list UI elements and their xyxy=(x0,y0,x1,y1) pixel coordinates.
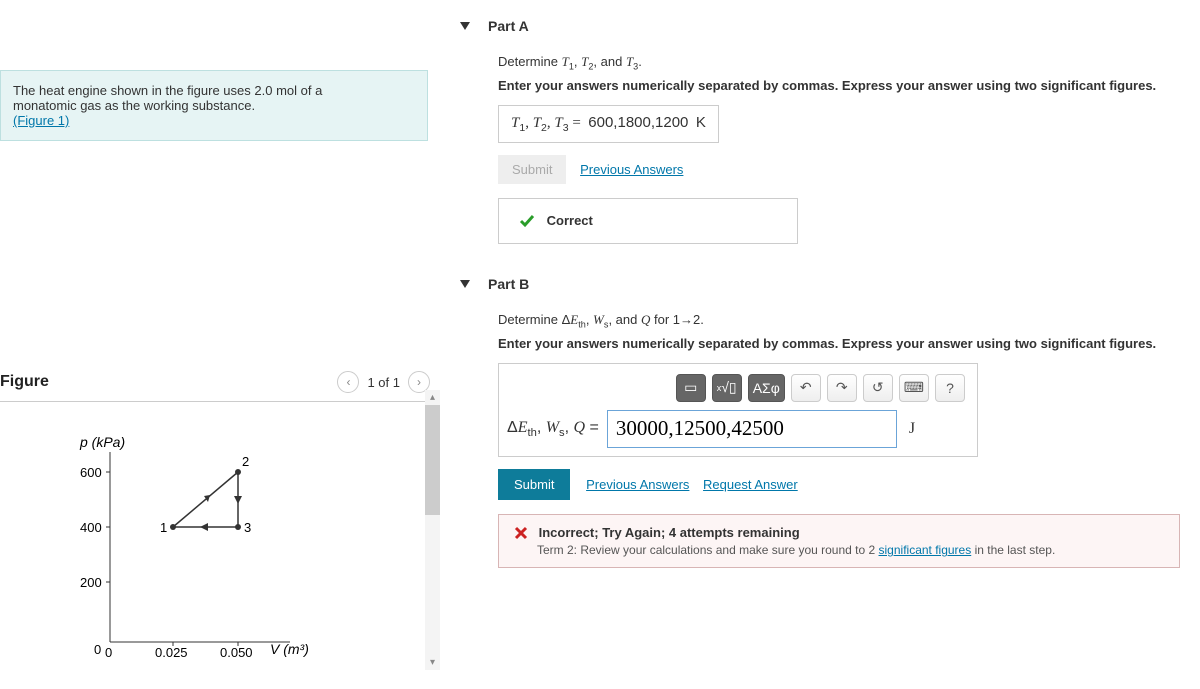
part-b-answer-label: ΔEth, Ws, Q = xyxy=(507,419,599,439)
collapse-icon xyxy=(460,280,470,288)
figure-prev-button[interactable]: ‹ xyxy=(337,371,359,393)
y-axis-label: p (kPa) xyxy=(79,434,125,450)
problem-text-2: monatomic gas as the working substance. xyxy=(13,98,255,113)
feedback-correct-text: Correct xyxy=(547,213,593,228)
part-b-submit-button[interactable]: Submit xyxy=(498,469,570,500)
part-b-request-answer-link[interactable]: Request Answer xyxy=(703,477,798,492)
help-button[interactable]: ? xyxy=(935,374,965,402)
scroll-thumb[interactable] xyxy=(425,405,440,515)
svg-text:1: 1 xyxy=(160,520,167,535)
pv-diagram: p (kPa) 600 400 200 0 0 0.025 0.050 V (m… xyxy=(60,432,440,685)
x-icon xyxy=(513,525,529,541)
problem-text-1: The heat engine shown in the figure uses… xyxy=(13,83,322,98)
scroll-up-icon[interactable]: ▴ xyxy=(425,390,440,405)
part-a-question: Determine T1, T2, and T3. xyxy=(498,54,1180,72)
part-a-header[interactable]: Part A xyxy=(460,12,1180,40)
part-b-input-panel: ▭ x√▯ ΑΣφ ↶ ↷ ↺ ⌨ ? ΔEth, Ws, Q = J xyxy=(498,363,978,457)
keyboard-icon[interactable]: ⌨ xyxy=(899,374,929,402)
figure-title: Figure xyxy=(0,373,337,391)
part-b-answer-input[interactable] xyxy=(607,410,897,448)
part-b-question: Determine ΔEth, Ws, and Q for 1→2. xyxy=(498,312,1180,330)
part-b-unit: J xyxy=(909,420,915,438)
svg-text:0.050: 0.050 xyxy=(220,645,253,660)
redo-icon[interactable]: ↷ xyxy=(827,374,857,402)
svg-text:400: 400 xyxy=(80,520,102,535)
x-axis-label: V (m³) xyxy=(270,641,309,657)
figure-link[interactable]: (Figure 1) xyxy=(13,113,69,128)
undo-icon[interactable]: ↶ xyxy=(791,374,821,402)
part-b-feedback: Incorrect; Try Again; 4 attempts remaini… xyxy=(498,514,1180,569)
svg-text:600: 600 xyxy=(80,465,102,480)
part-a-feedback: Correct xyxy=(498,198,798,245)
part-b-previous-answers-link[interactable]: Previous Answers xyxy=(586,477,689,492)
part-a-answer-display: T1, T2, T3 = 600,1800,1200 K xyxy=(498,105,719,143)
sqrt-icon[interactable]: x√▯ xyxy=(712,374,742,402)
svg-text:2: 2 xyxy=(242,454,249,469)
svg-text:3: 3 xyxy=(244,520,251,535)
feedback-incorrect-title: Incorrect; Try Again; 4 attempts remaini… xyxy=(539,525,800,540)
greek-symbols-button[interactable]: ΑΣφ xyxy=(748,374,785,402)
figure-scrollbar[interactable]: ▴ ▾ xyxy=(425,390,440,670)
feedback-incorrect-detail: Term 2: Review your calculations and mak… xyxy=(537,543,1165,557)
part-a-previous-answers-link[interactable]: Previous Answers xyxy=(580,162,683,177)
check-icon xyxy=(519,213,535,229)
figure-nav-text: 1 of 1 xyxy=(367,375,400,390)
part-a-title: Part A xyxy=(488,18,529,34)
problem-statement: The heat engine shown in the figure uses… xyxy=(0,70,428,141)
part-a-submit-button: Submit xyxy=(498,155,566,184)
template-icon[interactable]: ▭ xyxy=(676,374,706,402)
scroll-down-icon[interactable]: ▾ xyxy=(425,655,440,670)
reset-icon[interactable]: ↺ xyxy=(863,374,893,402)
svg-text:0.025: 0.025 xyxy=(155,645,188,660)
part-b-instruction: Enter your answers numerically separated… xyxy=(498,336,1180,351)
collapse-icon xyxy=(460,22,470,30)
svg-text:0: 0 xyxy=(105,645,112,660)
part-b-header[interactable]: Part B xyxy=(460,270,1180,298)
part-a-instruction: Enter your answers numerically separated… xyxy=(498,78,1180,93)
sig-fig-link[interactable]: significant figures xyxy=(879,543,972,557)
part-b-title: Part B xyxy=(488,276,529,292)
svg-text:200: 200 xyxy=(80,575,102,590)
svg-text:0: 0 xyxy=(94,642,101,657)
